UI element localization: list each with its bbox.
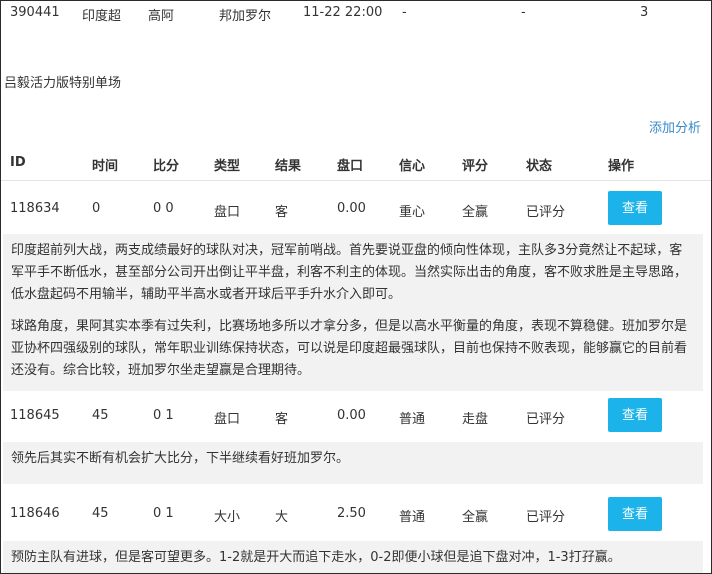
header-id: ID	[10, 155, 26, 170]
match-col6: -	[402, 5, 407, 20]
row-line: 0.00	[337, 408, 366, 423]
view-button[interactable]: 查看	[608, 191, 662, 225]
analysis-block: 印度超前列大战，两支成绩最好的球队对决，冠军前哨战。首先要说亚盘的倾向性体现，主…	[3, 234, 703, 391]
row-time: 0	[92, 201, 101, 216]
match-row: 390441 印度超 高阿 邦加罗尔 11-22 22:00 - - 3	[1, 1, 711, 25]
header-type: 类型	[214, 159, 241, 174]
row-status: 已评分	[526, 412, 566, 427]
page-frame: 390441 印度超 高阿 邦加罗尔 11-22 22:00 - - 3 吕毅活…	[0, 0, 712, 574]
row-line: 0.00	[337, 201, 366, 216]
header-rating: 评分	[462, 159, 489, 174]
analysis-paragraph: 领先后其实不断有机会扩大比分，下半继续看好班加罗尔。	[11, 451, 350, 466]
row-status: 已评分	[526, 205, 566, 220]
row-time: 45	[92, 408, 109, 423]
row-time: 45	[92, 506, 109, 521]
add-analysis-link[interactable]: 添加分析	[649, 117, 701, 136]
table-row: 118646 45 0 1 大小 大 2.50 普通 全赢 已评分 查看	[1, 493, 711, 537]
analysis-block: 领先后其实不断有机会扩大比分，下半继续看好班加罗尔。	[3, 442, 703, 484]
expert-title: 吕毅活力版特别单场	[4, 76, 122, 91]
row-result: 客	[275, 205, 289, 220]
match-home-team: 高阿	[148, 9, 175, 24]
row-id: 118645	[10, 408, 60, 423]
view-button[interactable]: 查看	[608, 497, 662, 531]
analysis-paragraph: 预防主队有进球，但是客可望更多。1-2就是开大而追下走水，0-2即便小球但是追下…	[11, 550, 621, 565]
analysis-paragraph: 印度超前列大战，两支成绩最好的球队对决，冠军前哨战。首先要说亚盘的倾向性体现，主…	[11, 243, 688, 302]
row-score: 0 0	[153, 201, 174, 216]
match-time: 11-22 22:00	[303, 5, 383, 20]
table-header: ID 时间 比分 类型 结果 盘口 信心 评分 状态 操作	[1, 145, 711, 181]
row-confidence: 普通	[399, 412, 426, 427]
analysis-block: 预防主队有进球，但是客可望更多。1-2就是开大而追下走水，0-2即便小球但是追下…	[3, 541, 703, 573]
row-rating: 全赢	[462, 205, 489, 220]
row-result: 大	[275, 510, 289, 525]
header-line: 盘口	[337, 159, 364, 174]
row-status: 已评分	[526, 510, 566, 525]
row-id: 118646	[10, 506, 60, 521]
table-row: 118634 0 0 0 盘口 客 0.00 重心 全赢 已评分 查看	[1, 188, 711, 232]
match-league: 印度超	[82, 9, 122, 24]
match-id: 390441	[10, 5, 60, 20]
match-col7: -	[521, 5, 526, 20]
row-line: 2.50	[337, 506, 366, 521]
header-status: 状态	[526, 159, 553, 174]
header-confidence: 信心	[399, 159, 426, 174]
row-result: 客	[275, 412, 289, 427]
match-col8: 3	[640, 5, 649, 20]
row-type: 盘口	[214, 412, 241, 427]
row-type: 盘口	[214, 205, 241, 220]
row-id: 118634	[10, 201, 60, 216]
match-away-team: 邦加罗尔	[219, 9, 272, 24]
header-time: 时间	[92, 159, 119, 174]
header-result: 结果	[275, 159, 302, 174]
analysis-paragraph: 球路角度，果阿其实本季有过失利，比赛场地多所以才拿分多，但是以高水平衡量的角度，…	[11, 319, 688, 378]
view-button[interactable]: 查看	[608, 398, 662, 432]
row-rating: 全赢	[462, 510, 489, 525]
table-row: 118645 45 0 1 盘口 客 0.00 普通 走盘 已评分 查看	[1, 395, 711, 439]
row-type: 大小	[214, 510, 241, 525]
row-rating: 走盘	[462, 412, 489, 427]
header-score: 比分	[153, 159, 180, 174]
row-score: 0 1	[153, 506, 174, 521]
row-confidence: 普通	[399, 510, 426, 525]
row-score: 0 1	[153, 408, 174, 423]
row-confidence: 重心	[399, 205, 426, 220]
header-action: 操作	[608, 159, 635, 174]
